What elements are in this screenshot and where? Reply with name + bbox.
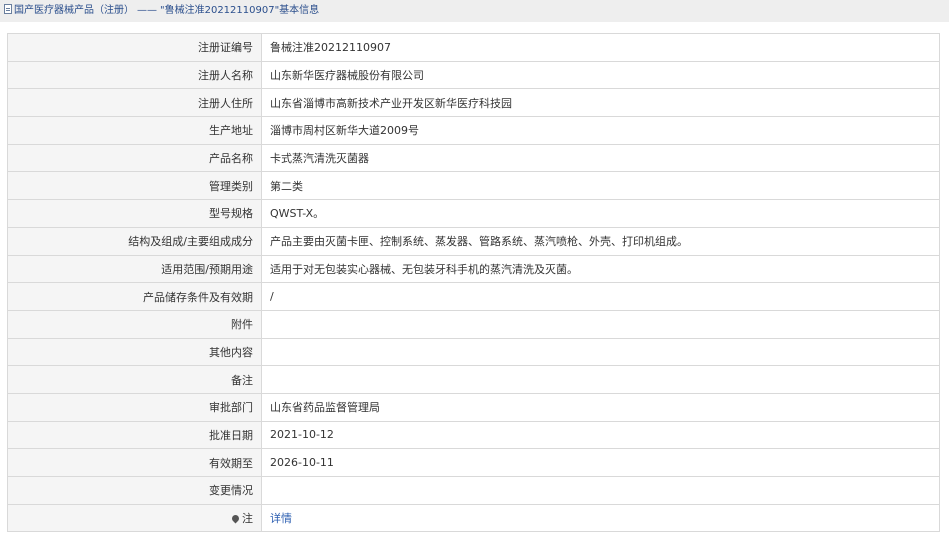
row-value: 卡式蒸汽清洗灭菌器 [261,143,940,173]
table-row: 结构及组成/主要组成成分 产品主要由灭菌卡匣、控制系统、蒸发器、管路系统、蒸汽喷枪… [7,226,940,256]
note-value-cell: 详情 [261,503,940,533]
row-value: QWST-X。 [261,199,940,228]
table-row: 注册证编号 鲁械注准20212110907 [7,33,940,62]
table-row: 有效期至 2026-10-11 [7,448,940,477]
detail-link[interactable]: 详情 [270,512,292,525]
row-value: 第二类 [261,171,940,201]
table-row: 产品储存条件及有效期 / [7,282,940,311]
note-label-cell: 注 [7,503,262,533]
table-row: 备注 [7,365,940,394]
row-label: 适用范围/预期用途 [7,254,262,284]
row-value: 鲁械注准20212110907 [261,33,940,62]
table-row: 注册人住所 山东省淄博市高新技术产业开发区新华医疗科技园 [7,88,940,118]
note-label: 注 [242,512,253,526]
table-row: 审批部门 山东省药品监督管理局 [7,392,940,422]
row-label: 生产地址 [7,116,262,145]
note-row: 注 详情 [7,503,940,533]
table-row: 注册人名称 山东新华医疗器械股份有限公司 [7,60,940,90]
row-label: 注册人住所 [7,88,262,118]
row-label: 产品名称 [7,143,262,173]
pin-icon [230,513,241,524]
row-label: 批准日期 [7,420,262,450]
table-row: 管理类别 第二类 [7,171,940,201]
row-label: 变更情况 [7,476,262,505]
row-value: 山东省淄博市高新技术产业开发区新华医疗科技园 [261,88,940,118]
row-value: 产品主要由灭菌卡匣、控制系统、蒸发器、管路系统、蒸汽喷枪、外壳、打印机组成。 [261,226,940,256]
row-label: 结构及组成/主要组成成分 [7,226,262,256]
row-value: 适用于对无包装实心器械、无包装牙科手机的蒸汽清洗及灭菌。 [261,254,940,284]
table-row: 型号规格 QWST-X。 [7,199,940,228]
table-row: 其他内容 [7,337,940,367]
table-row: 变更情况 [7,476,940,505]
info-table: 注册证编号 鲁械注准20212110907 注册人名称 山东新华医疗器械股份有限公司… [7,33,940,533]
table-row: 批准日期 2021-10-12 [7,420,940,450]
row-label: 注册人名称 [7,60,262,90]
info-table-container: 注册证编号 鲁械注准20212110907 注册人名称 山东新华医疗器械股份有限公司… [0,22,949,533]
row-label: 审批部门 [7,392,262,422]
row-label: 型号规格 [7,199,262,228]
row-value: / [261,282,940,311]
row-value [261,476,940,505]
row-value: 2021-10-12 [261,420,940,450]
row-label: 管理类别 [7,171,262,201]
row-value: 山东新华医疗器械股份有限公司 [261,60,940,90]
row-value: 山东省药品监督管理局 [261,392,940,422]
row-label: 注册证编号 [7,33,262,62]
row-value: 淄博市周村区新华大道2009号 [261,116,940,145]
row-label: 有效期至 [7,448,262,477]
row-label: 附件 [7,309,262,339]
table-row: 生产地址 淄博市周村区新华大道2009号 [7,116,940,145]
document-icon [4,4,12,14]
table-row: 附件 [7,309,940,339]
table-row: 适用范围/预期用途 适用于对无包装实心器械、无包装牙科手机的蒸汽清洗及灭菌。 [7,254,940,284]
breadcrumb: 国产医疗器械产品（注册） —— "鲁械注准20212110907"基本信息 [0,0,949,22]
row-label: 其他内容 [7,337,262,367]
breadcrumb-separator: —— [137,5,157,16]
table-row: 产品名称 卡式蒸汽清洗灭菌器 [7,143,940,173]
row-value: 2026-10-11 [261,448,940,477]
row-label: 备注 [7,365,262,394]
row-value [261,365,940,394]
breadcrumb-current: "鲁械注准20212110907"基本信息 [160,5,320,16]
row-value [261,309,940,339]
breadcrumb-root[interactable]: 国产医疗器械产品（注册） [14,5,134,16]
row-label: 产品储存条件及有效期 [7,282,262,311]
row-value [261,337,940,367]
